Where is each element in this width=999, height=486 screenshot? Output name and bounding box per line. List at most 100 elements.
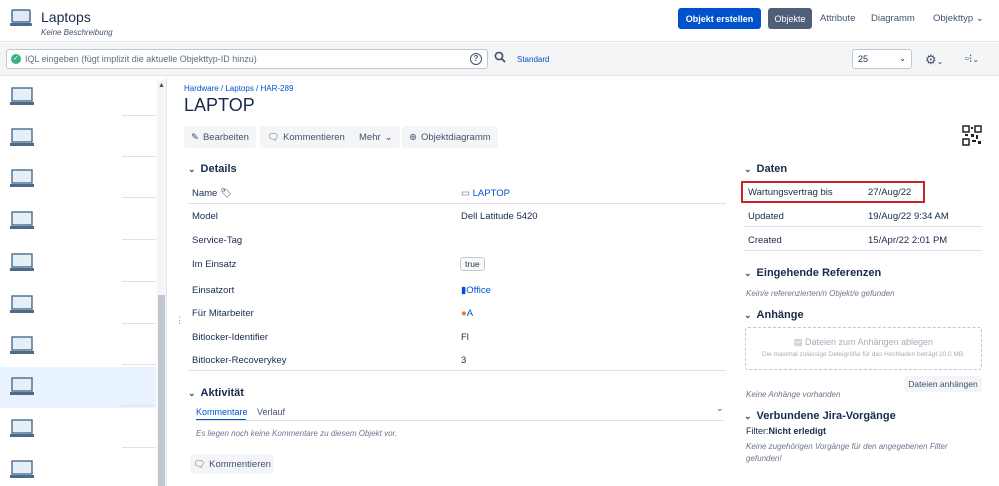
- detail-label-location: Einsatzort: [192, 285, 235, 296]
- laptop-icon: [10, 9, 32, 26]
- detail-value-bitlocker-id: Fl: [461, 332, 469, 343]
- jira-filter[interactable]: Filter:Nicht erledigt: [746, 426, 826, 436]
- create-object-button[interactable]: Objekt erstellen: [678, 8, 761, 29]
- list-item-selected[interactable]: [0, 367, 156, 408]
- laptop-icon: [10, 336, 34, 354]
- chevron-down-icon: ⌄: [188, 164, 196, 174]
- detail-value-model: Dell Latitude 5420: [461, 211, 538, 222]
- detail-label-bitlocker-key: Bitlocker-Recoverykey: [192, 355, 287, 366]
- dates-heading[interactable]: ⌄ Daten: [744, 163, 787, 175]
- date-value-created: 15/Apr/22 2:01 PM: [868, 235, 948, 246]
- scrollbar-thumb[interactable]: [158, 295, 165, 486]
- no-issues-text-2: gefunden!: [746, 454, 782, 463]
- chevron-down-icon: ⌄: [384, 131, 393, 143]
- object-list: [0, 77, 167, 486]
- tab-attributes[interactable]: Attribute: [820, 13, 855, 24]
- tag-icon: 🏷: [219, 188, 233, 199]
- breadcrumb[interactable]: Hardware / Laptops / HAR-289: [184, 84, 293, 93]
- tab-diagram[interactable]: Diagramm: [871, 13, 915, 24]
- object-type-description: Keine Beschreibung: [41, 28, 113, 37]
- object-diagram-button[interactable]: ⊕ Objektdiagramm: [402, 126, 498, 148]
- gear-icon[interactable]: ⚙⌄: [925, 52, 943, 68]
- list-scrollbar[interactable]: ▲: [157, 80, 166, 486]
- laptop-icon: [10, 128, 34, 146]
- laptop-icon: ▭: [461, 188, 470, 199]
- chevron-down-icon: ⌄: [899, 54, 906, 63]
- chevron-down-icon: ⌄: [744, 310, 752, 320]
- laptop-icon: [10, 211, 34, 229]
- attach-files-button[interactable]: Dateien anhängen: [904, 376, 982, 392]
- edit-button[interactable]: ✎ Bearbeiten: [184, 126, 256, 148]
- diagram-icon: ⊕: [409, 131, 417, 143]
- detail-value-employee[interactable]: ●A: [461, 308, 473, 319]
- date-label-created: Created: [748, 235, 782, 246]
- list-item[interactable]: [0, 450, 156, 486]
- comment-icon: 🗨: [193, 458, 206, 470]
- list-item[interactable]: [0, 409, 156, 450]
- laptop-icon: [10, 377, 34, 395]
- no-comments-text: Es liegen noch keine Kommentare zu diese…: [196, 429, 398, 438]
- page-title: LAPTOP: [184, 95, 255, 115]
- laptop-icon: [10, 87, 34, 105]
- detail-label-employee: Für Mitarbeiter: [192, 308, 254, 319]
- detail-value-in-use: true: [460, 257, 485, 271]
- qr-code-icon[interactable]: [962, 125, 982, 146]
- valid-check-icon: ✓: [11, 54, 21, 64]
- more-button[interactable]: Mehr ⌄: [352, 126, 400, 148]
- date-label-maintenance: Wartungsvertrag bis: [748, 187, 833, 198]
- standard-mode-link[interactable]: Standard: [517, 55, 549, 64]
- comment-icon: 🗨: [267, 131, 280, 143]
- detail-value-location[interactable]: ▮Office: [461, 285, 491, 296]
- comment-button[interactable]: 🗨 Kommentieren: [260, 126, 352, 148]
- resize-handle[interactable]: ⋮: [175, 315, 184, 326]
- list-item[interactable]: [0, 118, 156, 159]
- laptop-icon: [10, 169, 34, 187]
- file-drop-zone[interactable]: ▤ Dateien zum Anhängen ablegen Die maxim…: [745, 327, 982, 370]
- list-item[interactable]: [0, 285, 156, 326]
- help-icon[interactable]: ?: [470, 53, 482, 65]
- list-item[interactable]: [0, 201, 156, 242]
- no-references-text: Kein/e referenzierten/n Objekt/e gefunde…: [746, 289, 895, 298]
- chevron-down-icon: ⌄: [744, 268, 752, 278]
- no-attachments-text: Keine Anhänge vorhanden: [746, 390, 841, 399]
- iql-search-input[interactable]: ✓ IQL eingeben (fügt implizit die aktuel…: [6, 49, 488, 69]
- detail-label-service-tag: Service-Tag: [192, 235, 243, 246]
- page-size-select[interactable]: 25 ⌄: [852, 49, 912, 69]
- incoming-references-heading[interactable]: ⌄ Eingehende Referenzen: [744, 267, 881, 279]
- pencil-icon: ✎: [191, 131, 199, 143]
- list-item[interactable]: [0, 326, 156, 367]
- jira-issues-heading[interactable]: ⌄ Verbundene Jira-Vorgänge: [744, 410, 896, 422]
- list-item[interactable]: [0, 243, 156, 284]
- tab-objects[interactable]: Objekte: [768, 8, 812, 29]
- object-type-title: Laptops: [41, 9, 91, 25]
- detail-value-name[interactable]: ▭ LAPTOP: [461, 188, 510, 199]
- detail-label-model: Model: [192, 211, 218, 222]
- activity-heading[interactable]: ⌄ Aktivität: [188, 387, 244, 399]
- attachments-heading[interactable]: ⌄ Anhänge: [744, 309, 804, 321]
- scroll-up-icon[interactable]: ▲: [158, 82, 165, 89]
- details-heading[interactable]: ⌄ Details: [188, 163, 237, 175]
- date-value-updated: 19/Aug/22 9:34 AM: [868, 211, 949, 222]
- list-item[interactable]: [0, 77, 156, 118]
- laptop-icon: [10, 419, 34, 437]
- chevron-down-icon[interactable]: ⌄: [716, 403, 724, 414]
- tab-object-type[interactable]: Objekttyp ⌄: [933, 13, 984, 24]
- search-icon[interactable]: [494, 51, 506, 63]
- add-comment-button[interactable]: 🗨 Kommentieren: [190, 454, 274, 474]
- attachment-icon: ▤: [793, 337, 803, 347]
- detail-value-bitlocker-key: 3: [461, 355, 467, 366]
- detail-label-name: Name 🏷: [192, 188, 233, 199]
- laptop-icon: [10, 295, 34, 313]
- list-item[interactable]: [0, 159, 156, 200]
- date-label-updated: Updated: [748, 211, 784, 222]
- search-placeholder: IQL eingeben (fügt implizit die aktuelle…: [25, 54, 257, 64]
- page-header: Laptops Keine Beschreibung Objekt erstel…: [0, 0, 999, 42]
- columns-icon[interactable]: ▫⁝⌄: [965, 52, 979, 65]
- detail-label-in-use: Im Einsatz: [192, 259, 237, 270]
- no-issues-text: Keine zugehörigen Vorgänge für den angeg…: [746, 442, 948, 451]
- tab-comments[interactable]: Kommentare: [196, 407, 248, 417]
- tab-history[interactable]: Verlauf: [257, 407, 285, 417]
- chevron-down-icon: ⌄: [744, 164, 752, 174]
- chevron-down-icon: ⌄: [975, 13, 984, 24]
- laptop-icon: [10, 460, 34, 478]
